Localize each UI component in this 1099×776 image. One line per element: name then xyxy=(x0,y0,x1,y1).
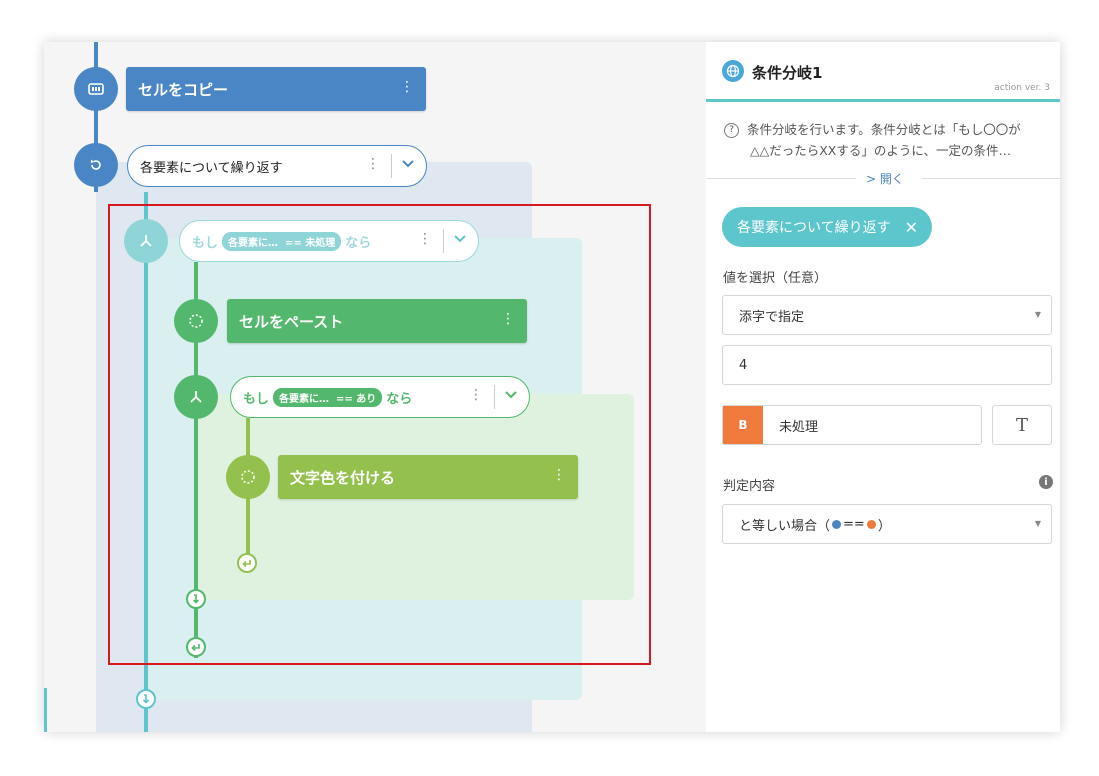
judge-select[interactable]: と等しい場合（ == ） ▼ xyxy=(722,504,1052,544)
text-type-button[interactable]: T xyxy=(992,405,1052,445)
description-line-2: △△だったらXXする」のように、一定の条件… xyxy=(750,143,1011,158)
variable-chip[interactable]: 各要素について繰り返す ✕ xyxy=(722,207,932,247)
caret-down-icon: ▼ xyxy=(1034,519,1041,528)
loop-pill[interactable]: 各要素について繰り返す ⋮ xyxy=(127,145,427,187)
orange-dot-icon xyxy=(866,519,876,529)
more-icon[interactable]: ⋮ xyxy=(400,79,414,95)
close-icon[interactable]: ✕ xyxy=(905,218,918,237)
selection-highlight-box xyxy=(108,204,651,665)
flow-canvas: セルをコピー ⋮ 各要素について繰り返す ⋮ もし 各要素に… == 未処理 な… xyxy=(44,42,706,732)
judge-prefix: と等しい場合（ xyxy=(739,518,831,534)
loop-label: 各要素について繰り返す xyxy=(140,160,283,176)
copy-node-icon[interactable] xyxy=(74,67,118,111)
type-badge[interactable]: B xyxy=(723,406,763,444)
expand-description: > 開く xyxy=(706,170,1060,186)
value-select-label: 値を選択（任意） xyxy=(723,271,828,286)
action-version: action ver. 3 xyxy=(994,83,1050,93)
properties-panel: 条件分岐1 action ver. 3 ? 条件分岐を行います。条件分岐とは「もし… xyxy=(706,42,1060,732)
loop-node-icon[interactable] xyxy=(74,143,118,187)
variable-chip-label: 各要素について繰り返す xyxy=(737,220,891,236)
index-input[interactable]: 4 xyxy=(722,345,1052,385)
more-icon[interactable]: ⋮ xyxy=(366,156,380,172)
compare-value: 未処理 xyxy=(779,419,819,435)
judge-eq: == xyxy=(843,516,865,532)
copy-cell-label: セルをコピー xyxy=(138,80,229,99)
flow-line-edge xyxy=(44,688,47,732)
index-mode-value: 添字で指定 xyxy=(739,309,805,325)
globe-icon xyxy=(722,60,744,82)
info-icon[interactable]: i xyxy=(1039,475,1053,489)
help-icon: ? xyxy=(724,123,739,138)
app-window: セルをコピー ⋮ 各要素について繰り返す ⋮ もし 各要素に… == 未処理 な… xyxy=(44,42,1060,732)
compare-value-field[interactable]: B 未処理 xyxy=(722,405,982,445)
open-link[interactable]: > 開く xyxy=(866,170,904,187)
chevron-down-icon[interactable] xyxy=(402,156,414,172)
panel-description: ? 条件分岐を行います。条件分岐とは「もし〇〇が △△だったらXXする」のように、… xyxy=(724,119,1054,161)
panel-title: 条件分岐1 xyxy=(752,64,823,82)
panel-header: 条件分岐1 action ver. 3 xyxy=(706,42,1060,102)
blue-dot-icon xyxy=(832,519,842,529)
divider xyxy=(391,154,392,178)
caret-down-icon: ▼ xyxy=(1034,310,1041,319)
divider xyxy=(922,178,1060,179)
judge-suffix: ） xyxy=(877,518,891,534)
index-input-value: 4 xyxy=(739,357,748,373)
branch-end-icon xyxy=(136,689,156,709)
divider xyxy=(706,178,856,179)
index-mode-select[interactable]: 添字で指定 ▼ xyxy=(722,295,1052,335)
copy-cell-card[interactable]: セルをコピー ⋮ xyxy=(126,67,426,111)
judge-label: 判定内容 xyxy=(723,479,776,494)
description-line-1: 条件分岐を行います。条件分岐とは「もし〇〇が xyxy=(747,122,1021,137)
